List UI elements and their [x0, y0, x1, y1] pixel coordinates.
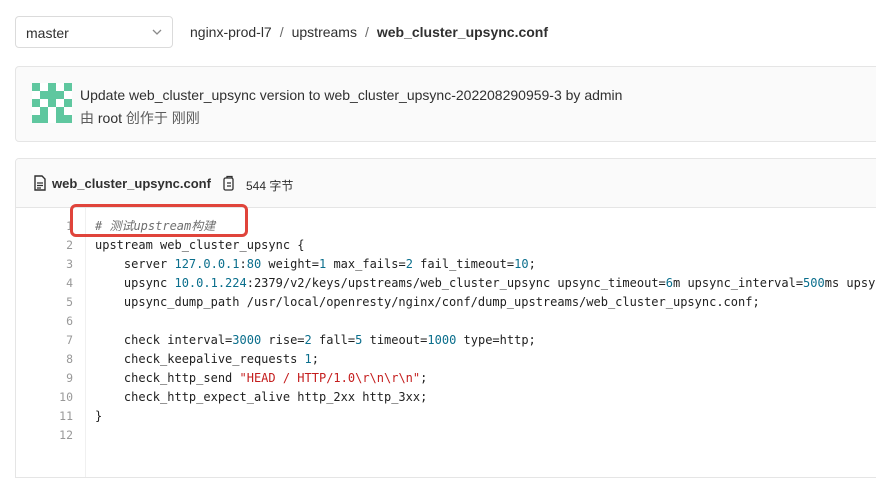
code-token: type=http;	[456, 333, 536, 347]
copy-icon[interactable]	[223, 175, 237, 191]
commit-author-link[interactable]: root	[98, 110, 122, 126]
line-number[interactable]: 1	[33, 217, 73, 236]
branch-select[interactable]: master	[15, 16, 173, 48]
code-token: :	[239, 257, 247, 271]
code-line: upstream web_cluster_upsync {	[95, 236, 305, 255]
commit-title-link[interactable]: Update web_cluster_upsync version to web…	[80, 87, 622, 103]
file-text-icon	[34, 175, 46, 191]
chevron-down-icon	[152, 29, 162, 35]
code-token: ms upsync_type=etcd strong_dependency=of…	[824, 276, 876, 290]
code-token: ;	[311, 352, 319, 366]
highlight-annotation-box	[70, 204, 248, 237]
file-size: 544 字节	[246, 179, 294, 193]
commit-meta-prefix: 由	[80, 110, 94, 126]
line-number[interactable]: 12	[33, 426, 73, 445]
code-token: fall=	[311, 333, 356, 347]
line-number[interactable]: 9	[33, 369, 73, 388]
commit-meta: 由 root 创作于 刚刚	[80, 108, 200, 128]
code-token: rise=	[261, 333, 305, 347]
branch-select-value: master	[26, 25, 69, 41]
code-token: check_http_expect_alive http_2xx http_3x…	[95, 390, 428, 404]
file-name: web_cluster_upsync.conf	[52, 176, 211, 191]
line-number[interactable]: 4	[33, 274, 73, 293]
file-viewer: web_cluster_upsync.conf 544 字节 123456789…	[15, 158, 876, 478]
line-number[interactable]: 5	[33, 293, 73, 312]
code-token: 127.0.0.1	[174, 257, 240, 271]
line-number[interactable]: 7	[33, 331, 73, 350]
code-token: }	[95, 409, 103, 423]
code-token: weight=	[261, 257, 319, 271]
code-token: 1000	[427, 333, 457, 347]
code-token: 3000	[232, 333, 262, 347]
code-token: upsync	[95, 276, 175, 290]
code-token: check_keepalive_requests	[95, 352, 305, 366]
code-line: upsync_dump_path /usr/local/openresty/ng…	[95, 293, 760, 312]
line-number[interactable]: 11	[33, 407, 73, 426]
code-token: 10	[514, 257, 529, 271]
breadcrumb-current-file: web_cluster_upsync.conf	[376, 24, 549, 40]
line-number[interactable]: 3	[33, 255, 73, 274]
avatar[interactable]	[32, 83, 72, 123]
breadcrumb-project-link[interactable]: nginx-prod-l7	[190, 24, 272, 40]
code-token: upsync_dump_path /usr/local/openresty/ng…	[95, 295, 760, 309]
commit-meta-suffix: 创作于 刚刚	[125, 110, 200, 126]
line-number[interactable]: 8	[33, 350, 73, 369]
code-token: fail_timeout=	[412, 257, 515, 271]
code-token: 6	[665, 276, 673, 290]
code-token: 1	[304, 352, 312, 366]
breadcrumb-separator: /	[364, 24, 369, 40]
code-token: 2	[304, 333, 312, 347]
code-token: max_fails=	[326, 257, 406, 271]
code-token: 2	[405, 257, 413, 271]
code-token: upstream web_cluster_upsync {	[95, 238, 305, 252]
code-token: 10.0.1.224	[174, 276, 247, 290]
code-line: }	[95, 407, 102, 426]
file-header: web_cluster_upsync.conf 544 字节	[16, 159, 876, 208]
code-token: check interval=	[95, 333, 233, 347]
line-number[interactable]: 2	[33, 236, 73, 255]
code-line: server 127.0.0.1:80 weight=1 max_fails=2…	[95, 255, 536, 274]
code-line: check_keepalive_requests 1;	[95, 350, 319, 369]
code-line: check_http_send "HEAD / HTTP/1.0\r\n\r\n…	[95, 369, 427, 388]
code-token: :2379/v2/keys/upstreams/web_cluster_upsy…	[246, 276, 666, 290]
breadcrumb-separator: /	[279, 24, 284, 40]
code-line: check interval=3000 rise=2 fall=5 timeou…	[95, 331, 536, 350]
line-number[interactable]: 6	[33, 312, 73, 331]
code-token: server	[95, 257, 175, 271]
last-commit-panel: Update web_cluster_upsync version to web…	[15, 66, 876, 142]
code-line: upsync 10.0.1.224:2379/v2/keys/upstreams…	[95, 274, 876, 293]
line-number[interactable]: 10	[33, 388, 73, 407]
code-line: check_http_expect_alive http_2xx http_3x…	[95, 388, 427, 407]
breadcrumb-dir-link[interactable]: upstreams	[292, 24, 357, 40]
code-token: m upsync_interval=	[673, 276, 804, 290]
breadcrumb: nginx-prod-l7 / upstreams / web_cluster_upsy…	[190, 24, 548, 40]
code-token: ;	[420, 371, 428, 385]
code-token: timeout=	[362, 333, 428, 347]
code-token: "HEAD / HTTP/1.0\r\n\r\n"	[239, 371, 421, 385]
code-token: check_http_send	[95, 371, 240, 385]
line-number-gutter: 1 2 3 4 5 6 7 8 9 10 11 12	[16, 208, 86, 477]
code-token: 500	[803, 276, 825, 290]
code-token: 80	[246, 257, 262, 271]
code-token: ;	[528, 257, 536, 271]
